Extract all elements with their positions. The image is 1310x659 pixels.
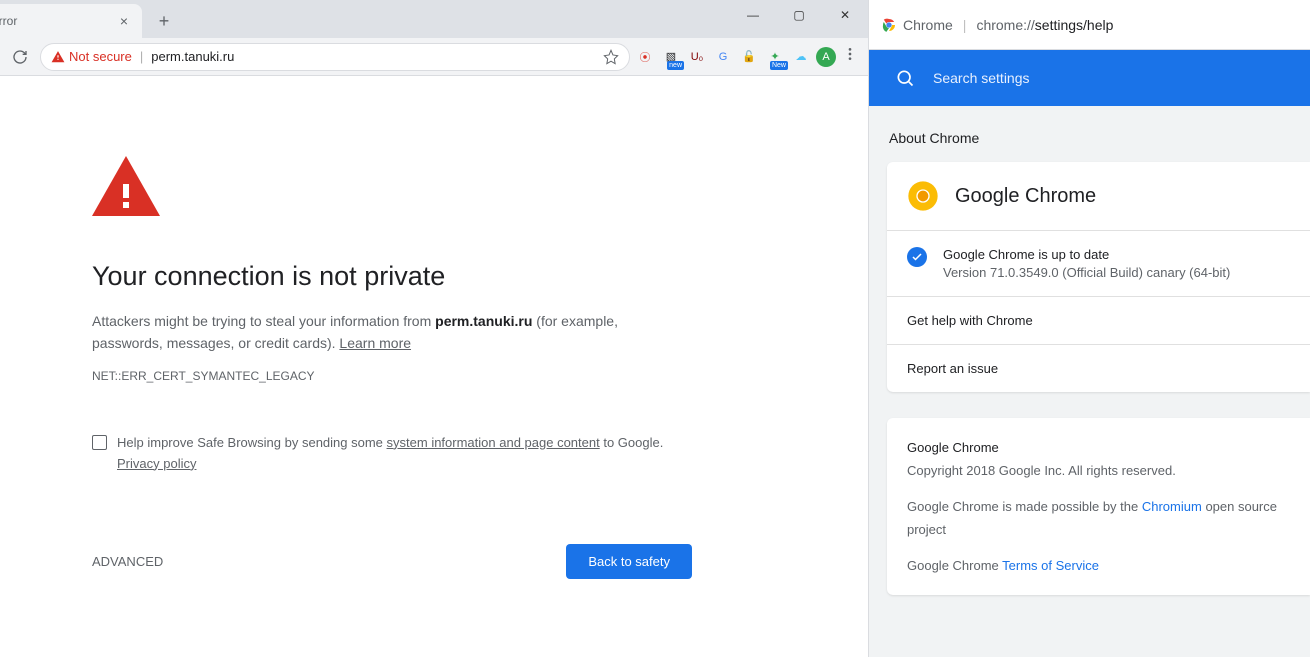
update-status: Google Chrome is up to date Version 71.0… [887, 231, 1310, 297]
chromium-link[interactable]: Chromium [1142, 499, 1202, 514]
error-heading: Your connection is not private [92, 261, 776, 292]
error-code: NET::ERR_CERT_SYMANTEC_LEGACY [92, 369, 776, 383]
footer-card: Google Chrome Copyright 2018 Google Inc.… [887, 418, 1310, 595]
tos-text: Google Chrome Terms of Service [907, 554, 1290, 577]
about-card: Google Chrome Google Chrome is up to dat… [887, 162, 1310, 392]
status-primary: Google Chrome is up to date [943, 247, 1230, 262]
chrome-brand: Chrome [881, 17, 953, 33]
extension-icon-2[interactable]: ✦New [766, 48, 784, 66]
privacy-policy-link[interactable]: Privacy policy [117, 456, 196, 471]
window-controls: — ▢ ✕ [730, 0, 868, 30]
back-to-safety-button[interactable]: Back to safety [566, 544, 692, 579]
settings-omnibox-row: Chrome | chrome://settings/help [869, 0, 1310, 50]
close-window-button[interactable]: ✕ [822, 0, 868, 30]
advanced-button[interactable]: ADVANCED [92, 554, 163, 569]
enhancer-icon[interactable]: ☁ [792, 48, 810, 66]
error-page: Your connection is not private Attackers… [0, 76, 868, 659]
settings-search-bar[interactable] [869, 50, 1310, 106]
extension-icon-1[interactable]: ▧new [662, 48, 680, 66]
url-text: perm.tanuki.ru [151, 49, 234, 64]
error-actions: ADVANCED Back to safety [92, 544, 692, 579]
get-help-link[interactable]: Get help with Chrome [887, 297, 1310, 345]
error-description: Attackers might be trying to steal your … [92, 310, 692, 355]
browser-window-right: Chrome | chrome://settings/help About Ch… [868, 0, 1310, 657]
check-circle-icon [907, 247, 927, 267]
chrome-logo-small-icon [881, 17, 897, 33]
search-icon [895, 68, 915, 88]
learn-more-link[interactable]: Learn more [339, 335, 411, 351]
ublock-origin-icon[interactable]: ⦿ [636, 48, 654, 66]
extension-icons: ⦿ ▧new U₀ G 🔓 ✦New ☁ [636, 48, 810, 66]
reload-button[interactable] [6, 43, 34, 71]
browser-tab[interactable]: error × [0, 4, 142, 38]
browser-window-left: error × + — ▢ ✕ Not secure | perm.tanuki… [0, 0, 868, 657]
toolbar: Not secure | perm.tanuki.ru ⦿ ▧new U₀ G 🔓 ✦Ne… [0, 38, 868, 76]
star-icon[interactable] [603, 49, 619, 65]
close-tab-icon[interactable]: × [116, 13, 132, 29]
settings-url[interactable]: chrome://settings/help [976, 17, 1113, 33]
profile-avatar[interactable]: A [816, 47, 836, 67]
warning-icon [92, 156, 160, 216]
ublock-icon[interactable]: U₀ [688, 48, 706, 66]
card-header: Google Chrome [887, 162, 1310, 231]
minimize-button[interactable]: — [730, 0, 776, 30]
footer-title: Google Chrome [907, 436, 1290, 459]
opensource-text: Google Chrome is made possible by the Ch… [907, 495, 1290, 542]
checkbox[interactable] [92, 435, 107, 450]
system-info-link[interactable]: system information and page content [387, 435, 600, 450]
tos-link[interactable]: Terms of Service [1002, 558, 1099, 573]
address-bar[interactable]: Not secure | perm.tanuki.ru [40, 43, 630, 71]
version-text: Version 71.0.3549.0 (Official Build) can… [943, 265, 1230, 280]
google-translate-icon[interactable]: G [714, 48, 732, 66]
security-label: Not secure [69, 49, 132, 64]
safe-browsing-opt-in: Help improve Safe Browsing by sending so… [92, 433, 692, 475]
search-input[interactable] [933, 70, 1284, 86]
report-issue-link[interactable]: Report an issue [887, 345, 1310, 392]
security-status[interactable]: Not secure [51, 49, 132, 64]
warning-triangle-icon [51, 50, 65, 64]
maximize-button[interactable]: ▢ [776, 0, 822, 30]
tab-title: error [0, 14, 116, 28]
section-title: About Chrome [869, 130, 1310, 146]
card-title: Google Chrome [955, 185, 1096, 208]
settings-body: About Chrome Google Chrome Google Chrome… [869, 106, 1310, 595]
tab-strip: error × + — ▢ ✕ [0, 0, 868, 38]
chrome-logo-icon [907, 180, 939, 212]
menu-button[interactable] [842, 46, 862, 67]
new-tab-button[interactable]: + [150, 7, 178, 35]
copyright-text: Copyright 2018 Google Inc. All rights re… [907, 459, 1290, 482]
unlock-icon[interactable]: 🔓 [740, 48, 758, 66]
